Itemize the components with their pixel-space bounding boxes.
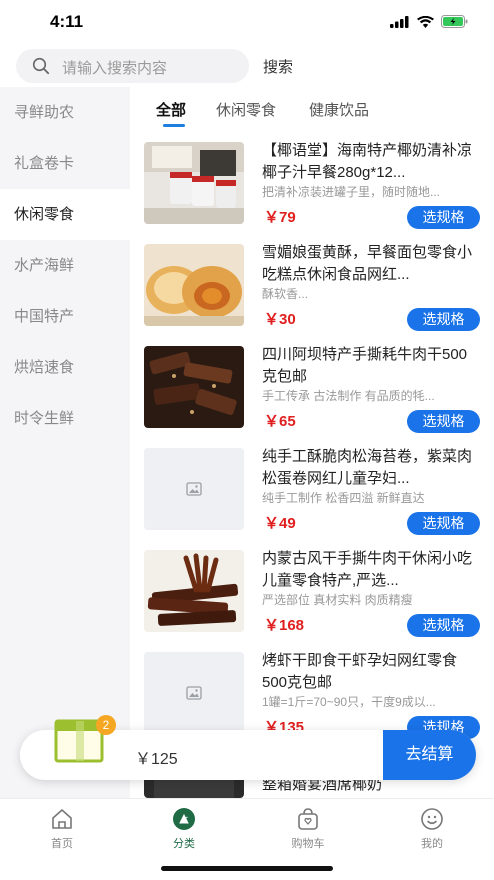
product-item[interactable]: 纯手工酥脆肉松海苔卷，紫菜肉松蛋卷网红儿童孕妇... 纯手工制作 松香四溢 新鲜…	[130, 446, 494, 538]
product-image	[144, 346, 244, 428]
active-tab-indicator	[163, 124, 185, 127]
search-input[interactable]: 请输入搜索内容	[16, 49, 249, 83]
search-icon	[32, 57, 50, 75]
product-item[interactable]: 雪媚娘蛋黄酥，早餐面包零食小吃糕点休闲食品网红... 酥软香... ￥30 选规…	[130, 242, 494, 334]
battery-icon	[441, 15, 468, 28]
product-price: ￥79	[264, 209, 296, 226]
select-spec-button[interactable]: 选规格	[407, 206, 480, 229]
product-item[interactable]: 内蒙古风干手撕牛肉干休闲小吃儿童零食特产,严选... 严选部位 真材实料 肉质精…	[130, 548, 494, 640]
wifi-icon	[417, 15, 434, 28]
tab-cart[interactable]: 购物车	[268, 807, 348, 851]
tab-snacks[interactable]: 休闲零食	[216, 99, 276, 120]
product-title: 烤虾干即食干虾孕妇网红零食500克包邮	[262, 652, 458, 691]
signal-icon	[390, 15, 409, 28]
product-image	[144, 550, 244, 632]
checkout-button[interactable]: 去结算	[383, 730, 476, 780]
image-placeholder-icon	[186, 482, 202, 496]
tab-drinks[interactable]: 健康饮品	[309, 99, 369, 120]
tab-profile-label: 我的	[421, 838, 443, 850]
product-desc: 纯手工制作 松香四溢 新鲜直达	[262, 491, 425, 505]
sidebar-item-gift-card[interactable]: 礼盒卷卡	[0, 138, 130, 189]
product-price: ￥168	[264, 617, 305, 634]
product-title: 雪媚娘蛋黄酥，早餐面包零食小吃糕点休闲食品网红...	[262, 244, 473, 283]
home-indicator	[161, 866, 333, 871]
select-spec-button[interactable]: 选规格	[407, 308, 480, 331]
product-title: 四川阿坝特产手撕耗牛肉干500克包邮	[262, 346, 468, 385]
product-desc: 酥软香...	[262, 287, 309, 301]
sidebar-item-seasonal[interactable]: 时令生鲜	[0, 393, 130, 444]
search-placeholder: 请输入搜索内容	[62, 60, 168, 77]
tab-home[interactable]: 首页	[22, 807, 102, 851]
status-icons	[390, 15, 468, 28]
product-price: ￥30	[264, 311, 296, 328]
status-time: 4:11	[50, 12, 84, 31]
sidebar-item-snacks[interactable]: 休闲零食	[0, 189, 130, 240]
product-price: ￥49	[264, 515, 296, 532]
profile-icon	[421, 808, 443, 830]
product-item[interactable]: 四川阿坝特产手撕耗牛肉干500克包邮 手工传承 古法制作 有品质的牦... ￥6…	[130, 344, 494, 436]
product-desc: 手工传承 古法制作 有品质的牦...	[262, 389, 435, 403]
sidebar-item-xunxian[interactable]: 寻鲜助农	[0, 87, 130, 138]
home-icon	[52, 809, 72, 829]
sidebar-item-seafood[interactable]: 水产海鲜	[0, 240, 130, 291]
tab-all[interactable]: 全部	[156, 99, 186, 120]
tab-profile[interactable]: 我的	[392, 807, 472, 851]
tab-category[interactable]: 分类	[144, 807, 224, 851]
cart-count-badge: 2	[96, 715, 116, 735]
tab-cart-label: 购物车	[291, 838, 325, 850]
product-desc: 1罐=1斤=70~90只，干度9成以...	[262, 695, 436, 709]
category-icon	[173, 808, 195, 830]
product-item[interactable]: 【椰语堂】海南特产椰奶清补凉椰子汁早餐280g*12... 把清补凉装进罐子里，…	[130, 140, 494, 232]
product-price: ￥65	[264, 413, 296, 430]
image-placeholder-icon	[186, 686, 202, 700]
image-placeholder	[144, 448, 244, 530]
product-title: 【椰语堂】海南特产椰奶清补凉椰子汁早餐280g*12...	[262, 142, 473, 181]
cart-icon	[298, 808, 318, 830]
product-item[interactable]: 烤虾干即食干虾孕妇网红零食500克包邮 1罐=1斤=70~90只，干度9成以..…	[130, 650, 494, 742]
product-title: 纯手工酥脆肉松海苔卷，紫菜肉松蛋卷网红儿童孕妇...	[262, 448, 473, 487]
product-title: 内蒙古风干手撕牛肉干休闲小吃儿童零食特产,严选...	[262, 550, 473, 589]
select-spec-button[interactable]: 选规格	[407, 410, 480, 433]
tab-category-label: 分类	[173, 838, 195, 850]
search-button[interactable]: 搜索	[263, 56, 293, 77]
image-placeholder	[144, 652, 244, 734]
tab-home-label: 首页	[51, 838, 73, 850]
sidebar-item-bakery[interactable]: 烘焙速食	[0, 342, 130, 393]
category-sidebar: 寻鲜助农 礼盒卷卡 休闲零食 水产海鲜 中国特产 烘焙速食 时令生鲜	[0, 87, 130, 800]
product-desc: 严选部位 真材实料 肉质精瘦	[262, 593, 413, 607]
status-bar: 4:11	[0, 0, 494, 44]
product-image	[144, 142, 244, 224]
product-image	[144, 244, 244, 326]
cart-total: ￥125	[135, 751, 178, 768]
sidebar-item-specialty[interactable]: 中国特产	[0, 291, 130, 342]
search-row: 请输入搜索内容 搜索	[0, 44, 494, 88]
product-desc: 把清补凉装进罐子里，随时随地...	[262, 185, 441, 199]
select-spec-button[interactable]: 选规格	[407, 512, 480, 535]
select-spec-button[interactable]: 选规格	[407, 614, 480, 637]
